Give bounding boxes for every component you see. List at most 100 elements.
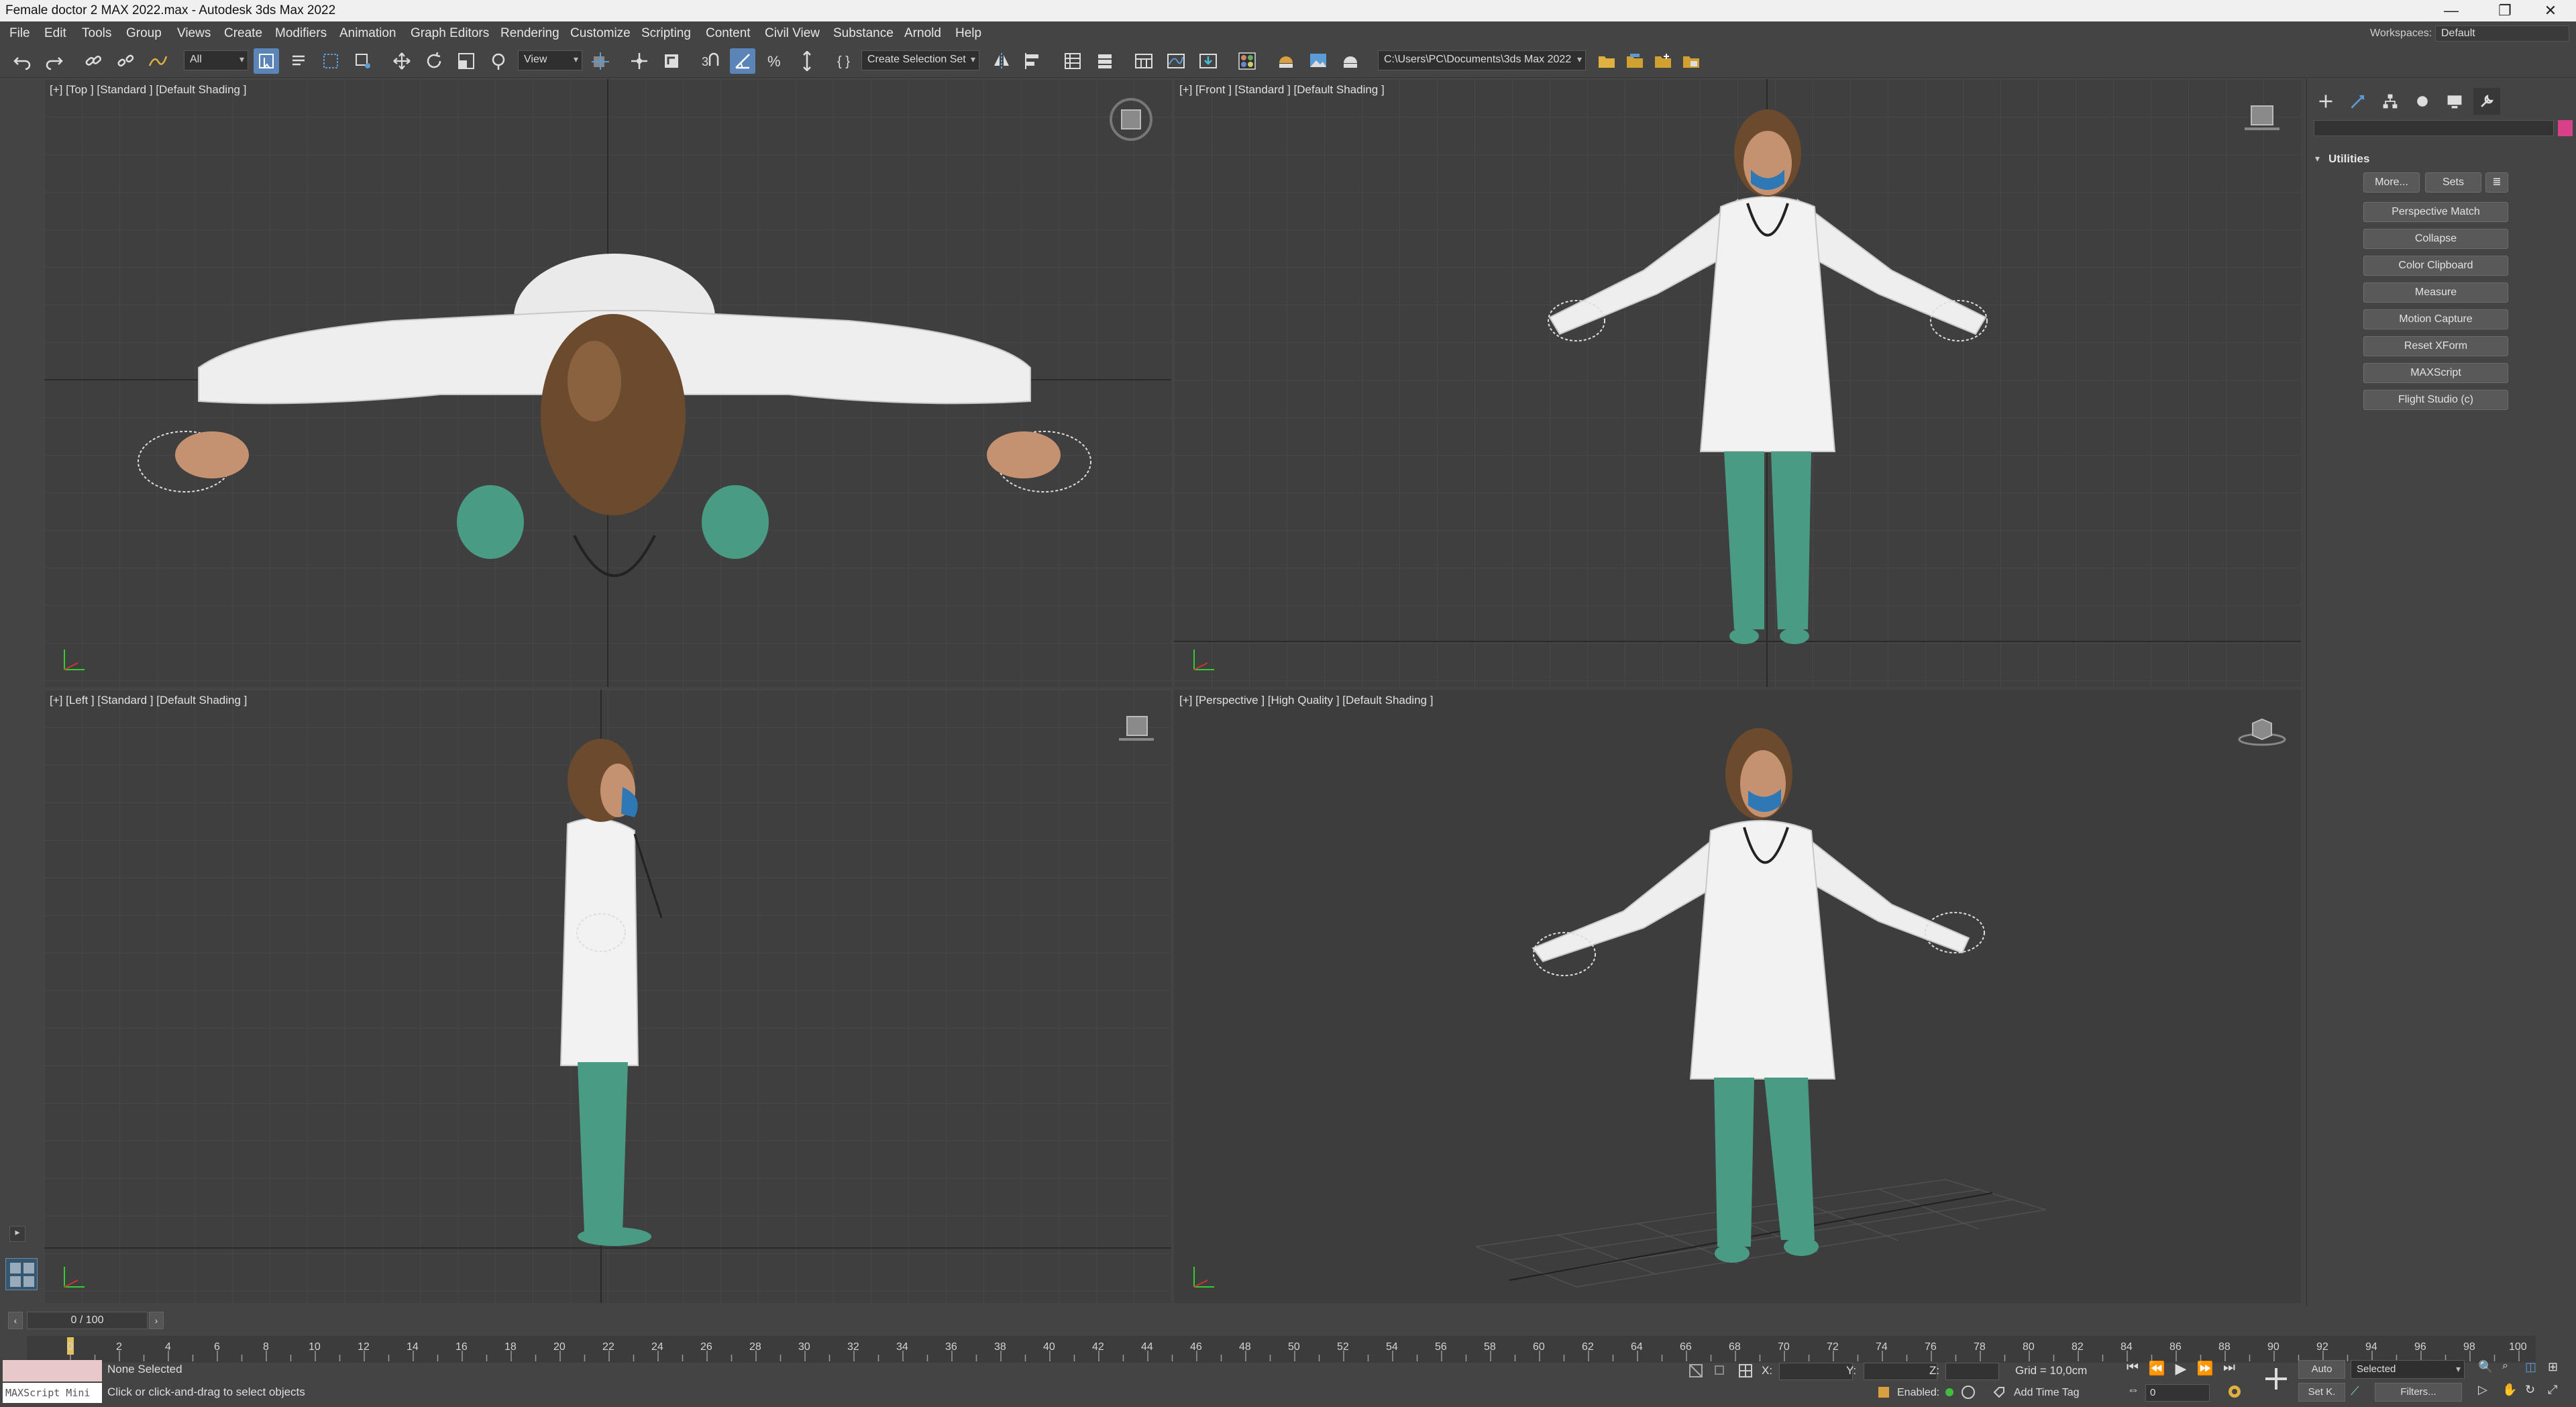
zoom-extents-icon[interactable]: ◫ — [2525, 1360, 2542, 1377]
align-icon[interactable] — [1021, 48, 1046, 74]
expand-arrow-icon[interactable]: ▸ — [9, 1226, 25, 1242]
more-button[interactable]: More... — [2363, 172, 2420, 193]
maxscript-mini-input[interactable]: MAXScript Mini — [3, 1383, 102, 1403]
viewport-perspective[interactable]: [+] [Perspective ] [High Quality ] [Defa… — [1174, 690, 2301, 1303]
z-coordinate-field[interactable] — [1945, 1363, 1999, 1380]
measure-button[interactable]: Measure — [2363, 282, 2508, 303]
collapse-button[interactable]: Collapse — [2363, 229, 2508, 249]
unlink-icon[interactable] — [113, 48, 138, 74]
zoom-all-icon[interactable]: ⌕ — [2502, 1360, 2520, 1377]
selection-filter-dropdown[interactable]: All — [184, 50, 248, 70]
set-key-icon[interactable] — [2261, 1360, 2292, 1398]
select-by-name-icon[interactable] — [286, 48, 311, 74]
reference-coordinate-dropdown[interactable]: View — [518, 50, 582, 70]
auto-key-button[interactable]: Auto — [2298, 1360, 2345, 1379]
viewport-left[interactable]: [+] [Left ] [Standard ] [Default Shading… — [44, 690, 1171, 1303]
placement-icon[interactable] — [486, 48, 511, 74]
time-slider[interactable]: 0 / 100 — [27, 1312, 148, 1329]
x-coordinate-field[interactable] — [1779, 1363, 1853, 1380]
color-clipboard-button[interactable]: Color Clipboard — [2363, 256, 2508, 276]
viewport-label[interactable]: [+] [Top ] [Standard ] [Default Shading … — [50, 83, 246, 97]
pan-view-icon[interactable]: ✋ — [2502, 1383, 2520, 1400]
viewport-top[interactable]: [+] [Top ] [Standard ] [Default Shading … — [44, 79, 1171, 687]
undo-icon[interactable] — [9, 48, 35, 74]
sets-button[interactable]: Sets — [2425, 172, 2481, 193]
go-to-start-icon[interactable]: ⏮ — [2123, 1360, 2143, 1380]
previous-frame-icon[interactable]: ⏪ — [2147, 1360, 2167, 1380]
utilities-tab-icon[interactable] — [2473, 88, 2500, 115]
hierarchy-tab-icon[interactable] — [2377, 88, 2404, 115]
window-crossing-icon[interactable] — [350, 48, 376, 74]
percent-snap-icon[interactable]: % — [762, 48, 788, 74]
maxscript-listener-field[interactable] — [3, 1360, 102, 1382]
play-icon[interactable]: ▶ — [2171, 1360, 2191, 1380]
add-time-tag-label[interactable]: Add Time Tag — [2014, 1387, 2080, 1399]
menu-arnold[interactable]: Arnold — [904, 26, 941, 41]
field-of-view-icon[interactable]: ▷ — [2478, 1383, 2496, 1400]
pivot-center-icon[interactable] — [588, 48, 613, 74]
display-tab-icon[interactable] — [2441, 88, 2468, 115]
set-key-button[interactable]: Set K. — [2298, 1383, 2345, 1402]
current-frame-field[interactable]: 0 — [2145, 1384, 2210, 1402]
render-production-icon[interactable] — [1338, 48, 1363, 74]
angle-snap-icon[interactable] — [730, 48, 755, 74]
create-tab-icon[interactable] — [2312, 88, 2339, 115]
close-icon[interactable]: ✕ — [2522, 0, 2576, 21]
menu-views[interactable]: Views — [177, 26, 211, 41]
menu-civil-view[interactable]: Civil View — [765, 26, 820, 41]
menu-help[interactable]: Help — [955, 26, 981, 41]
workspaces-dropdown[interactable]: Default — [2435, 25, 2569, 42]
menu-substance[interactable]: Substance — [833, 26, 894, 41]
menu-group[interactable]: Group — [126, 26, 162, 41]
utilities-rollout-header[interactable]: ▾ Utilities — [2314, 149, 2566, 172]
viewport-label[interactable]: [+] [Perspective ] [High Quality ] [Defa… — [1179, 694, 1433, 707]
zoom-extents-all-icon[interactable]: ⊞ — [2548, 1360, 2565, 1377]
scene-explorer-icon[interactable] — [1060, 48, 1085, 74]
select-manipulate-icon[interactable] — [627, 48, 652, 74]
rendered-frame-window-icon[interactable] — [1305, 48, 1331, 74]
modify-tab-icon[interactable] — [2345, 88, 2371, 115]
motion-capture-button[interactable]: Motion Capture — [2363, 309, 2508, 329]
menu-edit[interactable]: Edit — [44, 26, 66, 41]
keyboard-shortcut-icon[interactable] — [659, 48, 684, 74]
spinner-snap-icon[interactable] — [794, 48, 820, 74]
viewport-layout-icon[interactable] — [5, 1258, 38, 1290]
viewport-front[interactable]: [+] [Front ] [Standard ] [Default Shadin… — [1174, 79, 2301, 687]
configure-sets-icon[interactable]: ≣ — [2485, 172, 2508, 193]
select-object-icon[interactable] — [254, 48, 279, 74]
view-cube-icon[interactable] — [1116, 711, 1157, 745]
add-time-tag-icon[interactable] — [1992, 1386, 2006, 1399]
render-setup-icon[interactable] — [1273, 48, 1299, 74]
view-cube-icon[interactable] — [1107, 95, 1155, 144]
menu-create[interactable]: Create — [224, 26, 262, 41]
filters-button[interactable]: Filters... — [2375, 1383, 2462, 1402]
orbit-icon[interactable]: ↻ — [2525, 1383, 2542, 1400]
time-ruler[interactable] — [27, 1336, 2536, 1363]
menu-scripting[interactable]: Scripting — [641, 26, 691, 41]
redo-icon[interactable] — [42, 48, 67, 74]
project-settings-icon[interactable] — [1678, 48, 1704, 74]
key-tangent-icon[interactable]: ⟋ — [2351, 1384, 2369, 1400]
reset-xform-button[interactable]: Reset XForm — [2363, 336, 2508, 356]
schematic-view-icon[interactable] — [1195, 48, 1221, 74]
menu-customize[interactable]: Customize — [570, 26, 631, 41]
layer-explorer-icon[interactable] — [1092, 48, 1118, 74]
open-project-icon[interactable] — [1622, 48, 1648, 74]
viewport-label[interactable]: [+] [Left ] [Standard ] [Default Shading… — [50, 694, 247, 707]
next-frame-icon[interactable]: ⏩ — [2195, 1360, 2215, 1380]
menu-modifiers[interactable]: Modifiers — [275, 26, 327, 41]
snaps-toggle-icon[interactable]: 3 — [698, 48, 723, 74]
zoom-icon[interactable]: 🔍 — [2478, 1360, 2496, 1377]
absolute-mode-icon[interactable] — [1737, 1363, 1754, 1379]
selection-lock-icon[interactable] — [1715, 1365, 1724, 1375]
minimize-icon[interactable]: — — [2423, 0, 2479, 21]
prev-frame-arrow-icon[interactable]: ‹ — [8, 1312, 23, 1329]
maxscript-button[interactable]: MAXScript — [2363, 363, 2508, 383]
motion-tab-icon[interactable] — [2409, 88, 2436, 115]
go-to-end-icon[interactable]: ⏭ — [2219, 1360, 2239, 1380]
next-frame-arrow-icon[interactable]: › — [149, 1312, 164, 1329]
menu-graph-editors[interactable]: Graph Editors — [411, 26, 489, 41]
view-cube-icon[interactable] — [2237, 714, 2288, 747]
rect-selection-icon[interactable] — [318, 48, 343, 74]
edit-named-selection-icon[interactable]: { } — [833, 48, 859, 74]
